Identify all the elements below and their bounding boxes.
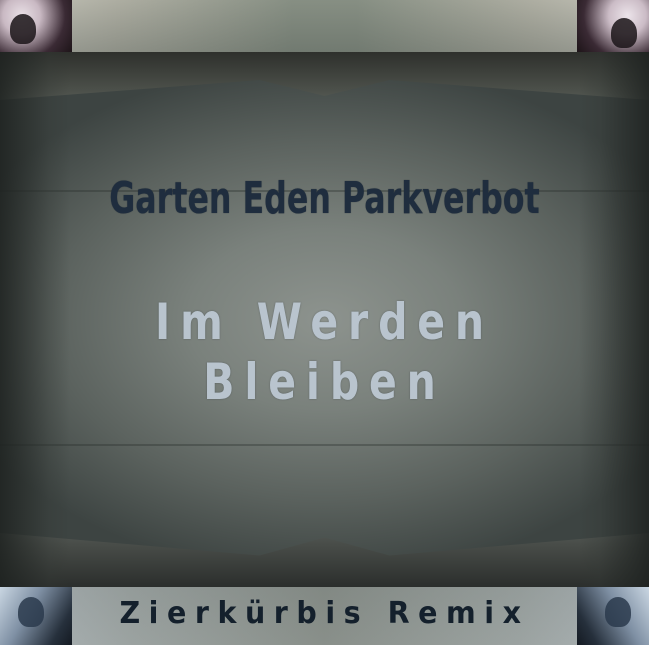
top-photo-strip [0,0,649,52]
artist-name: Garten Eden Parkverbot [109,173,540,224]
top-left-figure-photo [0,0,72,52]
album-title: Im Werden Bleiben [155,293,494,411]
remix-subtitle: Zierkürbis Remix [119,596,530,631]
album-cover: Garten Eden Parkverbot Im Werden Bleiben… [0,0,649,645]
top-right-figure-photo [577,0,649,52]
lower-mirrored-band [0,533,649,587]
upper-mirrored-band [0,52,649,100]
